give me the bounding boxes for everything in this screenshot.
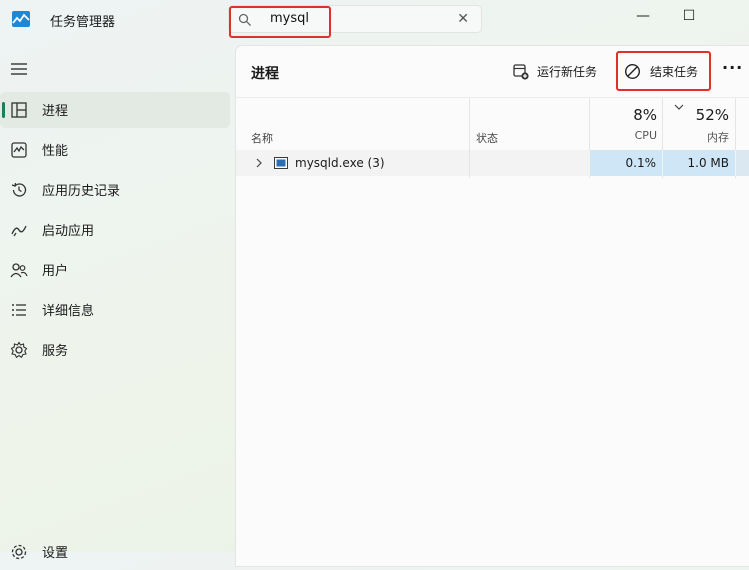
end-task-highlight-box: [616, 51, 711, 91]
column-divider: [469, 150, 470, 176]
sidebar-item-label: 应用历史记录: [42, 184, 121, 199]
cpu-column-label: CPU: [634, 129, 657, 142]
process-memory: 1.0 MB: [687, 156, 729, 170]
search-highlight-box: [229, 6, 331, 38]
title-bar: 任务管理器 mysql ✕ — ☐: [0, 0, 749, 40]
gear-icon: [11, 544, 27, 560]
sidebar-item-users[interactable]: 用户: [0, 252, 230, 288]
run-new-task-label: 运行新任务: [537, 65, 598, 79]
sidebar-item-settings[interactable]: 设置: [0, 534, 230, 570]
performance-icon: [11, 142, 27, 158]
details-icon: [12, 304, 26, 316]
task-manager-icon: [12, 11, 30, 27]
more-options-button[interactable]: ···: [722, 58, 743, 77]
sidebar-item-performance[interactable]: 性能: [0, 132, 230, 168]
app-title: 任务管理器: [50, 15, 116, 30]
sidebar-item-label: 详细信息: [42, 304, 95, 319]
active-indicator: [2, 102, 5, 118]
sidebar: 进程 性能 应用历史记录 启动应用 用户 详细信息 服务 设置: [0, 48, 234, 561]
table-header: 名称 状态 8% CPU 52% 内存: [236, 97, 749, 178]
sidebar-item-processes[interactable]: 进程: [0, 92, 230, 128]
close-icon[interactable]: ✕: [457, 11, 469, 27]
processes-icon: [11, 102, 27, 118]
process-name: mysqld.exe (3): [295, 156, 385, 170]
sidebar-item-label: 性能: [42, 144, 69, 159]
startup-icon: [11, 225, 27, 237]
users-icon: [10, 263, 28, 278]
minimize-button[interactable]: —: [620, 0, 666, 32]
maximize-button[interactable]: ☐: [666, 0, 712, 32]
column-header-status[interactable]: 状态: [476, 130, 498, 146]
memory-cell: 1.0 MB: [663, 150, 735, 176]
cpu-cell: 0.1%: [590, 150, 662, 176]
chevron-right-icon[interactable]: [256, 158, 262, 168]
page-title: 进程: [251, 66, 279, 82]
sidebar-item-app-history[interactable]: 应用历史记录: [0, 172, 230, 208]
history-icon: [11, 182, 27, 197]
sidebar-item-label: 服务: [42, 344, 69, 359]
maximize-icon: ☐: [682, 8, 696, 24]
overflow-cell: [736, 150, 749, 176]
process-icon: [274, 157, 288, 169]
sidebar-item-label: 启动应用: [42, 224, 95, 239]
minimize-icon: —: [636, 8, 650, 24]
process-cpu: 0.1%: [625, 156, 657, 170]
sidebar-item-services[interactable]: 服务: [0, 332, 230, 368]
table-row[interactable]: mysqld.exe (3) 0.1% 1.0 MB: [236, 150, 749, 176]
sidebar-item-label: 用户: [42, 264, 69, 279]
hamburger-menu-icon[interactable]: [10, 62, 28, 76]
memory-column-label: 内存: [707, 131, 729, 144]
run-new-task-icon: [513, 64, 529, 80]
processes-panel: 进程 运行新任务 结束任务 ··· 名称 状态 8% CPU 52% 内存 my…: [235, 45, 749, 567]
memory-total-percent: 52%: [695, 106, 729, 124]
services-icon: [10, 341, 28, 359]
sidebar-item-details[interactable]: 详细信息: [0, 292, 230, 328]
column-header-name[interactable]: 名称: [251, 130, 273, 146]
sidebar-item-startup-apps[interactable]: 启动应用: [0, 212, 230, 248]
cpu-total-percent: 8%: [633, 106, 657, 124]
sidebar-item-label: 进程: [42, 104, 69, 119]
